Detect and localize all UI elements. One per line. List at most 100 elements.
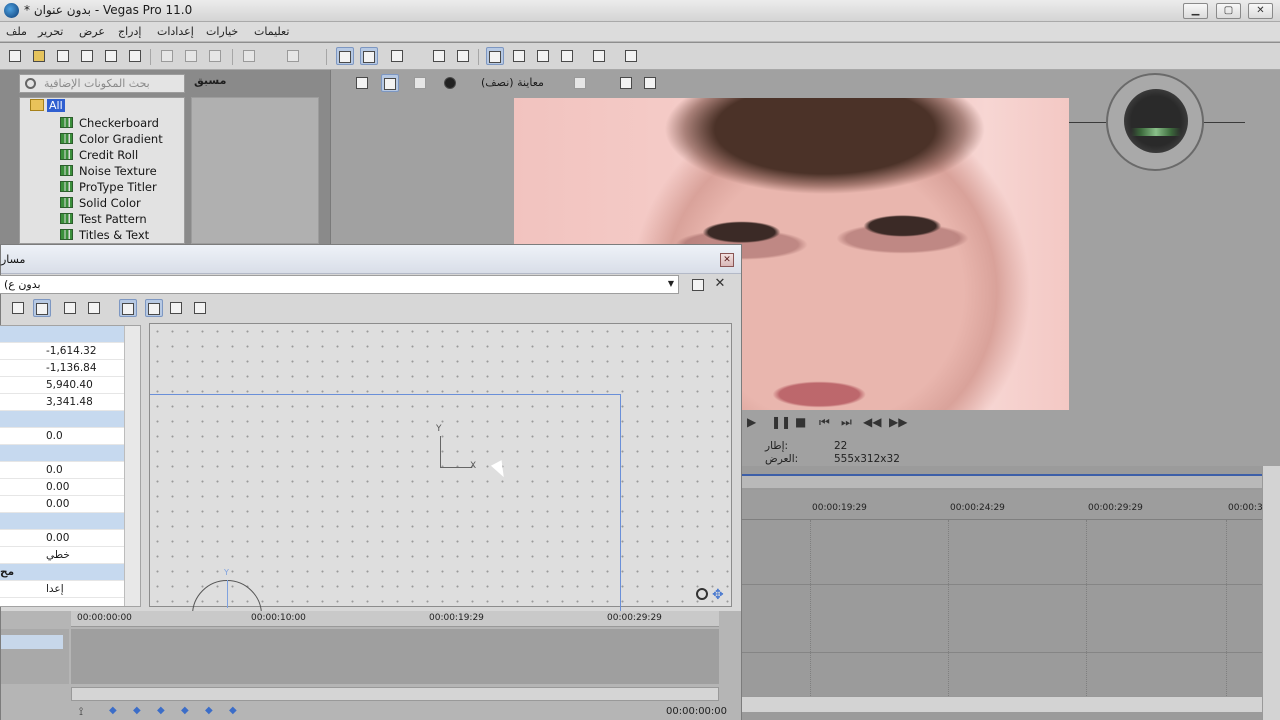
cut-button[interactable] <box>158 47 176 65</box>
property-row[interactable]: 5,940.40 <box>0 377 124 394</box>
auto-ripple-button[interactable] <box>388 47 406 65</box>
vegas-app-icon[interactable] <box>4 3 19 18</box>
first-keyframe-icon[interactable]: ◆ <box>109 705 117 716</box>
delete-keyframe-icon[interactable]: ◆ <box>229 705 237 716</box>
property-row[interactable]: 0.00 <box>0 479 124 496</box>
timeline-ruler[interactable]: 00:00:19:29 00:00:24:29 00:00:29:29 00:0… <box>742 490 1263 520</box>
previous-keyframe-icon[interactable]: ◆ <box>133 705 141 716</box>
property-group-header[interactable] <box>0 513 124 530</box>
undo-button[interactable] <box>240 47 258 65</box>
lock-envelopes-button[interactable] <box>430 47 448 65</box>
preset-dropdown[interactable]: (بدون ع ▼ <box>0 275 679 294</box>
zoom-tool-button[interactable] <box>558 47 576 65</box>
normal-edit-tool-button[interactable] <box>486 47 504 65</box>
close-button[interactable]: ✕ <box>1248 3 1273 19</box>
redo-button[interactable] <box>284 47 302 65</box>
pause-icon[interactable]: ❚❚ <box>771 415 791 429</box>
property-row[interactable]: 0.0 <box>0 428 124 445</box>
property-row[interactable]: -1,136.84 <box>0 360 124 377</box>
lock-aspect-ratio-button[interactable] <box>61 299 79 317</box>
rewind-icon[interactable]: ◀◀ <box>863 415 881 429</box>
timeline-vertical-scrollbar[interactable] <box>1262 466 1280 720</box>
menu-options-settings[interactable]: إعدادات <box>157 25 194 38</box>
snap-button[interactable] <box>336 47 354 65</box>
fast-forward-icon[interactable]: ▶▶ <box>889 415 907 429</box>
tree-item-test-pattern[interactable]: Test Pattern <box>60 212 147 228</box>
menu-insert[interactable]: إدراج <box>118 25 141 38</box>
properties-button[interactable] <box>126 47 144 65</box>
stop-icon[interactable]: ■ <box>795 415 806 429</box>
properties-scrollbar[interactable] <box>124 326 140 606</box>
move-freely-button[interactable] <box>119 299 137 317</box>
dialog-close-button[interactable]: ✕ <box>720 253 734 267</box>
keyframe-track[interactable] <box>71 629 719 684</box>
copy-button[interactable] <box>182 47 200 65</box>
tree-root-all[interactable]: All <box>30 99 65 115</box>
tree-item-credit-roll[interactable]: Credit Roll <box>60 148 138 164</box>
tree-item-noise-texture[interactable]: Noise Texture <box>60 164 157 180</box>
external-monitor-button[interactable] <box>381 74 399 92</box>
property-group-header[interactable] <box>0 411 124 428</box>
timeline-horizontal-scrollbar[interactable] <box>742 696 1262 712</box>
ignore-grouping-button[interactable] <box>454 47 472 65</box>
selection-tool-button[interactable] <box>534 47 552 65</box>
menu-help[interactable]: تعليمات <box>254 25 289 38</box>
menu-edit[interactable]: تحرير <box>38 25 63 38</box>
auto-crossfade-button[interactable] <box>360 47 378 65</box>
copy-snapshot-button[interactable] <box>617 74 635 92</box>
tree-item-protype-titler[interactable]: ProType Titler <box>60 180 157 196</box>
previous-frame-icon[interactable]: ⏮ <box>819 415 830 430</box>
sync-cursor-icon[interactable]: ⟟ <box>79 705 83 719</box>
scale-about-center-button[interactable] <box>85 299 103 317</box>
normal-edit-button[interactable] <box>9 299 27 317</box>
video-fx-button[interactable] <box>411 74 429 92</box>
tree-item-titles-text[interactable]: Titles & Text <box>60 228 149 243</box>
property-group-header[interactable]: مح <box>0 564 124 581</box>
property-group-header[interactable] <box>0 326 124 343</box>
delete-preset-button[interactable]: ✕ <box>711 276 729 294</box>
presets-list[interactable] <box>191 97 319 244</box>
envelope-tool-button[interactable] <box>510 47 528 65</box>
save-preset-button[interactable] <box>689 276 707 294</box>
maximize-button[interactable]: ▢ <box>1216 3 1241 19</box>
add-keyframe-icon[interactable]: ◆ <box>157 705 165 716</box>
property-group-header[interactable] <box>0 445 124 462</box>
menu-view[interactable]: عرض <box>79 25 105 38</box>
next-frame-icon[interactable]: ⏭ <box>841 415 852 430</box>
move-horizontal-button[interactable] <box>167 299 185 317</box>
split-screen-button[interactable] <box>441 74 459 92</box>
paste-button[interactable] <box>206 47 224 65</box>
save-as-button[interactable] <box>78 47 96 65</box>
zoom-icon[interactable] <box>696 588 708 600</box>
tree-item-solid-color[interactable]: Solid Color <box>60 196 141 212</box>
new-project-button[interactable] <box>6 47 24 65</box>
move-vertical-button[interactable] <box>191 299 209 317</box>
play-icon[interactable]: ▶ <box>747 415 756 429</box>
menu-options[interactable]: خيارات <box>206 25 238 38</box>
property-row[interactable]: 0.0 <box>0 462 124 479</box>
move-icon[interactable]: ✥ <box>712 587 724 603</box>
property-row[interactable]: خطي <box>0 547 124 564</box>
last-keyframe-icon[interactable]: ◆ <box>205 705 213 716</box>
plugin-search-box[interactable]: بحث المكونات الإضافية <box>19 74 185 93</box>
tree-item-checkerboard[interactable]: Checkerboard <box>60 116 159 132</box>
keyframe-scrollbar[interactable] <box>71 687 719 701</box>
show-properties-button[interactable] <box>33 299 51 317</box>
render-as-button[interactable] <box>102 47 120 65</box>
preview-quality-dropdown[interactable]: معاينة (نصف) <box>481 76 544 89</box>
overlays-button[interactable] <box>571 74 589 92</box>
property-row[interactable]: 0.00 <box>0 530 124 547</box>
property-row[interactable]: -1,614.32 <box>0 343 124 360</box>
property-row[interactable]: إعدا <box>0 581 124 598</box>
whats-this-help-button[interactable] <box>622 47 640 65</box>
next-keyframe-icon[interactable]: ◆ <box>181 705 189 716</box>
keyframe-ruler[interactable]: 00:00:00:00 00:00:10:00 00:00:19:29 00:0… <box>71 611 719 627</box>
enable-snapping-button[interactable] <box>145 299 163 317</box>
preview-properties-button[interactable] <box>353 74 371 92</box>
minimize-button[interactable]: ▁ <box>1183 3 1208 19</box>
edit-details-button[interactable] <box>590 47 608 65</box>
property-row[interactable]: 0.00 <box>0 496 124 513</box>
open-button[interactable] <box>30 47 48 65</box>
dialog-title-bar[interactable]: مسار ✕ <box>1 245 741 274</box>
property-row[interactable]: 3,341.48 <box>0 394 124 411</box>
